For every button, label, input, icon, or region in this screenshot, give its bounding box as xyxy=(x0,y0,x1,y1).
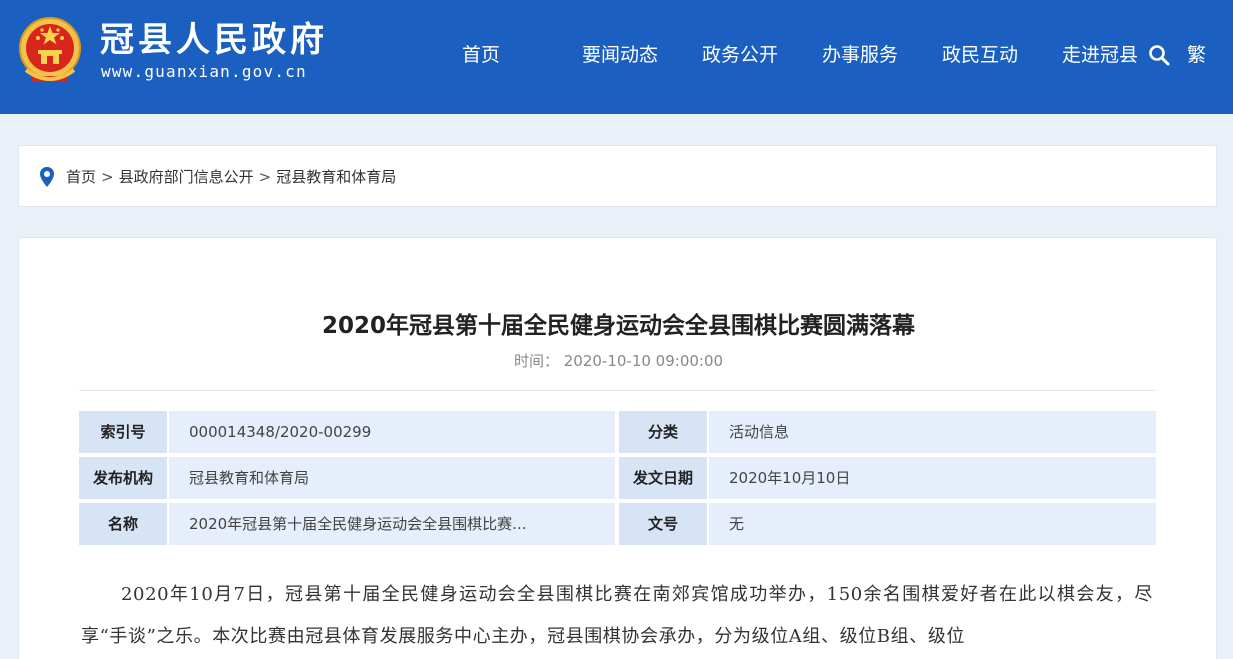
article-meta-table: 索引号 000014348/2020-00299 分类 活动信息 发布机构 冠县… xyxy=(79,411,1157,549)
meta-key-name: 名称 xyxy=(79,503,167,545)
meta-value-index: 000014348/2020-00299 xyxy=(169,411,615,453)
nav-item-news[interactable]: 要闻动态 xyxy=(582,41,662,69)
nav-item-home[interactable]: 首页 xyxy=(462,41,542,69)
title-divider xyxy=(79,390,1157,391)
time-value: 2020-10-10 09:00:00 xyxy=(563,352,724,370)
breadcrumb: 首页 > 县政府部门信息公开 > 冠县教育和体育局 xyxy=(18,145,1217,207)
location-pin-icon xyxy=(40,167,54,187)
national-emblem-icon xyxy=(19,17,81,82)
main-nav: 首页 要闻动态 政务公开 办事服务 政民互动 走进冠县 xyxy=(462,41,1142,69)
breadcrumb-separator: > xyxy=(258,168,272,186)
meta-value-issue-date: 2020年10月10日 xyxy=(709,457,1156,499)
traditional-chinese-toggle[interactable]: 繁 xyxy=(1187,41,1206,69)
time-label: 时间： xyxy=(513,352,559,370)
site-title[interactable]: 冠县人民政府 xyxy=(100,20,328,60)
breadcrumb-item-home[interactable]: 首页 xyxy=(66,168,96,186)
article-body: 2020年10月7日，冠县第十届全民健身运动会全县围棋比赛在南郊宾馆成功举办，1… xyxy=(81,584,1153,647)
site-url: www.guanxian.gov.cn xyxy=(101,62,307,81)
meta-key-doc-number: 文号 xyxy=(619,503,707,545)
nav-item-about[interactable]: 走进冠县 xyxy=(1062,41,1142,69)
meta-value-name: 2020年冠县第十届全民健身运动会全县围棋比赛... xyxy=(169,503,615,545)
breadcrumb-item-education-bureau[interactable]: 冠县教育和体育局 xyxy=(276,168,396,186)
meta-row: 名称 2020年冠县第十届全民健身运动会全县围棋比赛... 文号 无 xyxy=(79,503,1157,549)
meta-key-category: 分类 xyxy=(619,411,707,453)
article-container: 2020年冠县第十届全民健身运动会全县围棋比赛圆满落幕 时间： 2020-10-… xyxy=(18,237,1217,659)
breadcrumb-item-dept-info[interactable]: 县政府部门信息公开 xyxy=(119,168,254,186)
breadcrumb-separator: > xyxy=(101,168,114,186)
article-time: 时间： 2020-10-10 09:00:00 xyxy=(19,350,1218,372)
nav-item-interaction[interactable]: 政民互动 xyxy=(942,41,1022,69)
meta-value-publisher: 冠县教育和体育局 xyxy=(169,457,615,499)
meta-key-index: 索引号 xyxy=(79,411,167,453)
meta-value-category: 活动信息 xyxy=(709,411,1156,453)
meta-row: 索引号 000014348/2020-00299 分类 活动信息 xyxy=(79,411,1157,457)
site-header: 冠县人民政府 www.guanxian.gov.cn 首页 要闻动态 政务公开 … xyxy=(0,0,1233,114)
nav-item-gov-affairs[interactable]: 政务公开 xyxy=(702,41,782,69)
breadcrumb-trail: 首页 > 县政府部门信息公开 > 冠县教育和体育局 xyxy=(66,166,396,188)
meta-key-publisher: 发布机构 xyxy=(79,457,167,499)
meta-key-issue-date: 发文日期 xyxy=(619,457,707,499)
meta-value-doc-number: 无 xyxy=(709,503,1156,545)
article-title: 2020年冠县第十届全民健身运动会全县围棋比赛圆满落幕 xyxy=(321,313,915,339)
nav-item-services[interactable]: 办事服务 xyxy=(822,41,902,69)
search-icon[interactable] xyxy=(1148,44,1170,66)
meta-row: 发布机构 冠县教育和体育局 发文日期 2020年10月10日 xyxy=(79,457,1157,503)
